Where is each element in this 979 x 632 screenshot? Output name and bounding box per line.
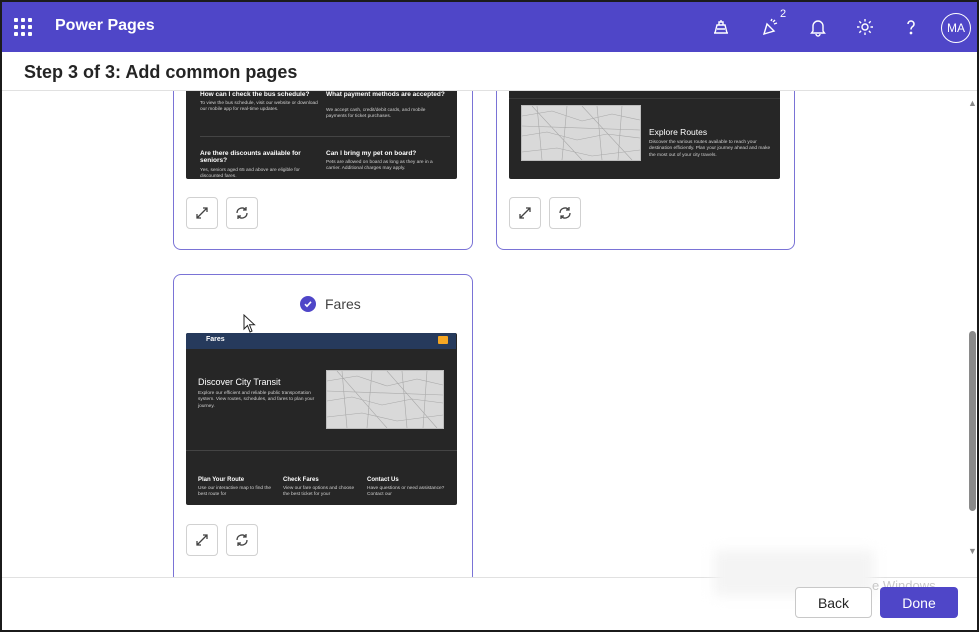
top-bar: Power Pages 2 MA <box>2 2 977 52</box>
scroll-down-arrow-icon[interactable]: ▼ <box>968 546 977 556</box>
hero-title: Discover City Transit <box>198 377 281 387</box>
page-title: Step 3 of 3: Add common pages <box>24 62 298 82</box>
hero-body: Explore our efficient and reliable publi… <box>198 391 315 409</box>
routes-preview: Explore Routes Discover the various rout… <box>509 91 780 179</box>
preview-nav-title: Fares <box>206 336 225 343</box>
gear-icon[interactable] <box>853 15 877 39</box>
faq-preview: How can I check the bus schedule? To vie… <box>186 91 457 179</box>
apps-grid-icon[interactable] <box>14 18 32 36</box>
faq-question-1: How can I check the bus schedule? <box>200 91 310 98</box>
mouse-cursor-icon <box>243 314 256 333</box>
expand-preview-button[interactable] <box>509 197 541 229</box>
expand-preview-button[interactable] <box>186 524 218 556</box>
fares-preview: Fares Discover City Transit Explore our … <box>186 333 457 505</box>
faq-divider <box>200 136 450 137</box>
col3-body: Have questions or need assistance? Conta… <box>367 486 445 498</box>
preview-menu-button <box>438 336 448 344</box>
hero-divider <box>186 450 457 451</box>
page-card-routes[interactable]: Explore Routes Discover the various rout… <box>496 91 795 250</box>
bell-icon[interactable] <box>806 15 830 39</box>
check-icon[interactable] <box>300 296 316 312</box>
expand-icon <box>196 534 208 546</box>
routes-map-image <box>521 105 641 161</box>
expand-preview-button[interactable] <box>186 197 218 229</box>
routes-heading: Explore Routes <box>649 127 708 137</box>
expand-icon <box>196 207 208 219</box>
preview-nav-bar: Fares <box>186 333 456 349</box>
map-pattern <box>521 105 641 161</box>
faq-answer-4: Pets are allowed on board as long as the… <box>326 160 433 172</box>
avatar[interactable]: MA <box>941 13 971 43</box>
routes-divider <box>509 98 780 99</box>
faq-answer-3: Yes, seniors aged 65 and above are eligi… <box>200 168 300 179</box>
col1-body: Use our interactive map to find the best… <box>198 486 272 498</box>
done-button[interactable]: Done <box>880 587 958 618</box>
routes-body: Discover the various routes available to… <box>649 140 771 158</box>
app-title[interactable]: Power Pages <box>55 17 155 35</box>
pages-gallery: How can I check the bus schedule? To vie… <box>2 91 977 577</box>
diagnostics-icon[interactable] <box>709 15 733 39</box>
refresh-icon <box>559 207 571 219</box>
regenerate-button[interactable] <box>549 197 581 229</box>
back-button[interactable]: Back <box>795 587 872 618</box>
expand-icon <box>519 207 531 219</box>
col1-title: Plan Your Route <box>198 477 245 483</box>
faq-answer-2: We accept cash, credit/debit cards, and … <box>326 108 426 120</box>
faq-answer-1: To view the bus schedule, visit our webs… <box>200 101 318 113</box>
footer-bar: e Windows. Back Done <box>2 550 977 630</box>
regenerate-button[interactable] <box>226 524 258 556</box>
step-header: Step 3 of 3: Add common pages <box>2 52 977 91</box>
col2-body: View our fare options and choose the bes… <box>283 486 355 498</box>
refresh-icon <box>236 534 248 546</box>
scroll-up-arrow-icon[interactable]: ▲ <box>968 98 977 108</box>
celebrate-icon[interactable] <box>758 15 782 39</box>
refresh-icon <box>236 207 248 219</box>
faq-question-2: What payment methods are accepted? <box>326 91 445 98</box>
page-card-fares[interactable]: Fares Fares Discover City Transit Explor… <box>173 274 473 577</box>
scrollbar-thumb[interactable] <box>969 331 976 511</box>
col3-title: Contact Us <box>367 477 399 483</box>
notification-count-badge: 2 <box>780 8 787 20</box>
app-window: Power Pages 2 MA Step 3 of 3: Add common… <box>0 0 979 632</box>
vertical-scrollbar[interactable]: ▲ ▼ <box>964 91 977 577</box>
fares-selected-row[interactable]: Fares <box>300 296 361 312</box>
col2-title: Check Fares <box>283 477 319 483</box>
map-pattern <box>326 370 444 429</box>
hero-map-image <box>326 370 444 429</box>
faq-question-4: Can I bring my pet on board? <box>326 150 417 157</box>
page-card-faq[interactable]: How can I check the bus schedule? To vie… <box>173 91 473 250</box>
help-icon[interactable] <box>899 15 923 39</box>
regenerate-button[interactable] <box>226 197 258 229</box>
fares-label: Fares <box>325 296 361 312</box>
faq-question-3: Are there discounts available for senior… <box>200 150 301 164</box>
